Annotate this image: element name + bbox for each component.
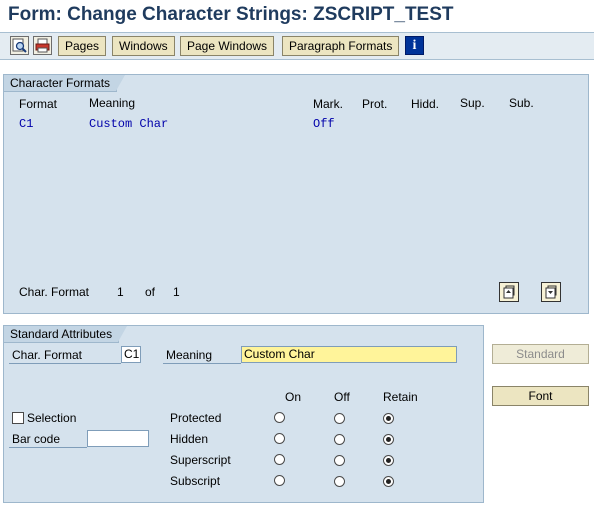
subscript-label: Subscript	[170, 474, 221, 488]
group-title: Character Formats	[4, 75, 126, 92]
column-header-mark: Mark.	[313, 97, 343, 111]
column-header-prot: Prot.	[362, 97, 388, 111]
subscript-retain-radio[interactable]	[383, 476, 394, 487]
column-header-format: Format	[19, 97, 58, 111]
protected-label: Protected	[170, 411, 222, 425]
footer-of-label: of	[145, 285, 156, 299]
column-header-retain: Retain	[383, 390, 418, 404]
char-format-field[interactable]: C1	[121, 346, 141, 363]
hidden-label: Hidden	[170, 432, 209, 446]
next-page-icon[interactable]	[541, 282, 561, 302]
char-format-label: Char. Format	[9, 347, 121, 364]
column-header-sub: Sub.	[509, 96, 534, 110]
superscript-label: Superscript	[170, 453, 231, 467]
font-button[interactable]: Font	[492, 386, 589, 406]
application-toolbar: Pages Windows Page Windows Paragraph For…	[0, 32, 594, 60]
hidden-retain-radio[interactable]	[383, 434, 394, 445]
paragraph-formats-button[interactable]: Paragraph Formats	[282, 36, 400, 56]
hidden-on-radio[interactable]	[274, 433, 285, 444]
standard-attributes-group: Standard Attributes Char. Format C1 Mean…	[3, 325, 484, 503]
protected-retain-radio[interactable]	[383, 413, 394, 424]
superscript-on-radio[interactable]	[274, 454, 285, 465]
hidden-off-radio[interactable]	[334, 434, 345, 445]
protected-off-radio[interactable]	[334, 413, 345, 424]
page-title: Form: Change Character Strings: ZSCRIPT_…	[8, 4, 454, 25]
column-header-on: On	[285, 390, 302, 404]
row-mark-cell[interactable]: Off	[313, 117, 335, 131]
standard-button[interactable]: Standard	[492, 344, 589, 364]
footer-total-count: 1	[173, 285, 180, 299]
column-header-hidd: Hidd.	[411, 97, 440, 111]
info-icon[interactable]: i	[405, 36, 424, 55]
subscript-on-radio[interactable]	[274, 475, 285, 486]
row-meaning-cell[interactable]: Custom Char	[89, 117, 168, 131]
column-header-off: Off	[334, 390, 350, 404]
group-title: Standard Attributes	[4, 326, 128, 343]
page-windows-button[interactable]: Page Windows	[180, 36, 275, 56]
protected-on-radio[interactable]	[274, 412, 285, 423]
superscript-retain-radio[interactable]	[383, 455, 394, 466]
superscript-off-radio[interactable]	[334, 455, 345, 466]
barcode-field[interactable]	[87, 430, 149, 447]
row-format-cell[interactable]: C1	[19, 117, 33, 131]
selection-checkbox[interactable]	[12, 412, 24, 424]
character-formats-group: Character Formats Format Meaning Mark. P…	[3, 74, 589, 314]
column-header-meaning: Meaning	[89, 96, 136, 110]
search-doc-icon[interactable]	[10, 36, 29, 55]
previous-page-icon[interactable]	[499, 282, 519, 302]
footer-current-index: 1	[117, 285, 124, 299]
meaning-label: Meaning	[163, 347, 241, 364]
print-icon[interactable]	[33, 36, 52, 55]
meaning-field[interactable]: Custom Char	[241, 346, 457, 363]
footer-char-format-label: Char. Format	[19, 285, 90, 299]
windows-button[interactable]: Windows	[112, 36, 175, 56]
selection-label: Selection	[27, 411, 77, 425]
column-header-sup: Sup.	[460, 96, 485, 110]
barcode-label: Bar code	[9, 431, 87, 448]
subscript-off-radio[interactable]	[334, 476, 345, 487]
pages-button[interactable]: Pages	[58, 36, 107, 56]
